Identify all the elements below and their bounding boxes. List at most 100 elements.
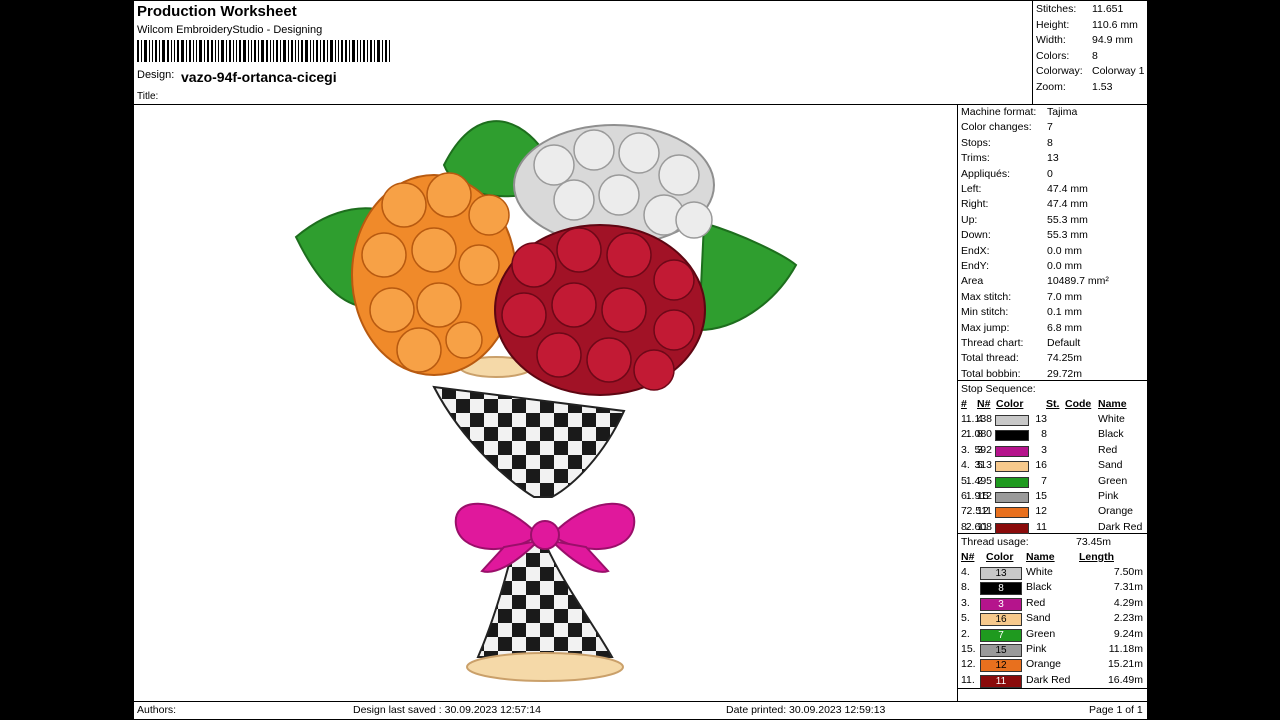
stat-row: Height: 110.6 mm bbox=[1036, 19, 1147, 34]
table-row: 5. 16 Sand 2.23m bbox=[958, 612, 1147, 627]
design-label: Design: bbox=[137, 69, 175, 81]
table-row: 12. 12 Orange 15.21m bbox=[958, 658, 1147, 673]
row-needle: 5. bbox=[961, 612, 970, 625]
row-stitches: 2.511 bbox=[966, 505, 993, 518]
info-row: Max stitch: 7.0 mm bbox=[961, 291, 1146, 306]
row-code: 13 bbox=[1035, 413, 1047, 425]
row-needle: 12. bbox=[961, 658, 976, 671]
info-value: Default bbox=[1047, 337, 1081, 349]
col-header-code: Code bbox=[1065, 398, 1092, 410]
color-swatch bbox=[995, 461, 1029, 473]
info-row: Min stitch: 0.1 mm bbox=[961, 306, 1146, 321]
color-swatch bbox=[995, 507, 1029, 519]
stat-label: Zoom: bbox=[1036, 80, 1066, 93]
color-swatch bbox=[995, 415, 1029, 426]
info-row: Total thread: 74.25m bbox=[961, 352, 1146, 367]
info-label: Area bbox=[961, 275, 984, 288]
worksheet-page: Production Worksheet Wilcom EmbroiderySt… bbox=[133, 0, 1148, 720]
row-name: Red bbox=[1026, 596, 1046, 609]
row-name: Orange bbox=[1026, 658, 1062, 671]
info-label: Stops: bbox=[961, 136, 991, 149]
color-swatch: 15 bbox=[980, 644, 1022, 657]
info-row: Machine format: Tajima bbox=[961, 106, 1146, 121]
info-row: Thread chart: Default bbox=[961, 337, 1146, 352]
row-length: 7.31m bbox=[1113, 581, 1143, 594]
app-subtitle: Wilcom EmbroideryStudio - Designing bbox=[137, 24, 323, 36]
page-number: Page 1 of 1 bbox=[1089, 704, 1143, 716]
col-header-n: N# bbox=[961, 551, 975, 563]
last-saved-date: Design last saved : 30.09.2023 12:57:14 bbox=[353, 704, 541, 716]
row-index: 3. bbox=[961, 443, 970, 456]
table-row: 1. 4 1.138 13 White bbox=[958, 413, 1147, 428]
thread-usage-caption: Thread usage: bbox=[961, 536, 1029, 548]
info-label: EndY: bbox=[961, 260, 990, 272]
info-label: Total bobbin: bbox=[961, 367, 1021, 380]
barcode-image bbox=[137, 40, 439, 62]
color-swatch: 7 bbox=[980, 628, 1022, 642]
info-row: Down: 55.3 mm bbox=[961, 229, 1146, 244]
row-code: 11 bbox=[1036, 520, 1047, 533]
row-index: 4. bbox=[961, 459, 970, 472]
color-swatch: 8 bbox=[980, 582, 1022, 596]
info-row: Appliqués: 0 bbox=[961, 168, 1146, 183]
table-row: 11. 11 Dark Red 16.49m bbox=[958, 673, 1147, 689]
thread-usage-total: 73.45m bbox=[1076, 536, 1112, 548]
row-code: 16 bbox=[1035, 459, 1047, 472]
info-value: 0.0 mm bbox=[1047, 260, 1083, 272]
stat-label: Stitches: bbox=[1036, 3, 1077, 15]
table-row: 3. 3 Red 4.29m bbox=[958, 596, 1147, 612]
row-length: 16.49m bbox=[1107, 673, 1143, 686]
info-value: 55.3 mm bbox=[1047, 213, 1088, 226]
color-swatch: 13 bbox=[980, 567, 1022, 580]
table-row: 4. 5 313 16 Sand bbox=[958, 459, 1147, 474]
row-stitches: 1.495 bbox=[965, 474, 992, 487]
row-length: 9.24m bbox=[1113, 627, 1143, 640]
table-row: 2. 7 Green 9.24m bbox=[958, 627, 1147, 643]
info-row: Color changes: 7 bbox=[961, 121, 1146, 136]
row-stitches: 1.912 bbox=[965, 490, 992, 502]
row-length: 15.21m bbox=[1107, 658, 1143, 671]
color-swatch: 3 bbox=[980, 597, 1022, 611]
col-header-n: N# bbox=[977, 398, 991, 410]
info-value: 0.0 mm bbox=[1047, 244, 1083, 257]
info-label: Trims: bbox=[961, 152, 990, 165]
color-swatch: 11 bbox=[980, 674, 1022, 688]
stat-row: Colorway: Colorway 1 bbox=[1036, 65, 1147, 80]
info-value: 0 bbox=[1047, 167, 1053, 180]
table-row: 8. 8 Black 7.31m bbox=[958, 581, 1147, 596]
info-label: Color changes: bbox=[961, 121, 1032, 134]
authors-label: Authors: bbox=[137, 704, 177, 716]
row-name: Red bbox=[1098, 443, 1118, 456]
info-label: Min stitch: bbox=[961, 306, 1009, 319]
stat-value: Colorway 1 bbox=[1092, 65, 1145, 77]
info-row: Left: 47.4 mm bbox=[961, 183, 1146, 198]
info-value: 0.1 mm bbox=[1047, 306, 1083, 319]
row-name: Green bbox=[1098, 474, 1128, 487]
info-value: 6.8 mm bbox=[1047, 321, 1083, 334]
stop-sequence-table: Stop Sequence: # N# Color St. Code Name … bbox=[958, 381, 1147, 534]
row-name: Dark Red bbox=[1098, 520, 1143, 533]
color-swatch bbox=[995, 492, 1029, 503]
row-needle: 11. bbox=[961, 673, 975, 686]
color-swatch bbox=[995, 445, 1029, 457]
info-value: 47.4 mm bbox=[1047, 183, 1088, 195]
page-title: Production Worksheet bbox=[137, 3, 297, 20]
row-length: 7.50m bbox=[1113, 566, 1143, 578]
worksheet-footer: Authors: Design last saved : 30.09.2023 … bbox=[134, 701, 1147, 719]
thread-usage-table: Thread usage: 73.45m N# Color Name Lengt… bbox=[958, 534, 1147, 701]
row-code: 15 bbox=[1035, 490, 1047, 502]
info-row: Trims: 13 bbox=[961, 152, 1146, 167]
color-swatch bbox=[995, 476, 1029, 488]
row-needle: 15. bbox=[961, 643, 976, 655]
row-stitches: 1.080 bbox=[965, 428, 992, 441]
stat-value: 94.9 mm bbox=[1092, 34, 1133, 46]
info-label: Max jump: bbox=[961, 321, 1010, 334]
color-swatch bbox=[995, 522, 1029, 534]
embroidery-design-image bbox=[294, 120, 798, 682]
info-row: Area 10489.7 mm² bbox=[961, 275, 1146, 290]
row-name: Orange bbox=[1098, 505, 1134, 518]
row-code: 3 bbox=[1041, 443, 1047, 456]
info-label: Down: bbox=[961, 229, 991, 242]
stat-label: Width: bbox=[1036, 34, 1066, 46]
color-swatch: 12 bbox=[980, 659, 1022, 673]
